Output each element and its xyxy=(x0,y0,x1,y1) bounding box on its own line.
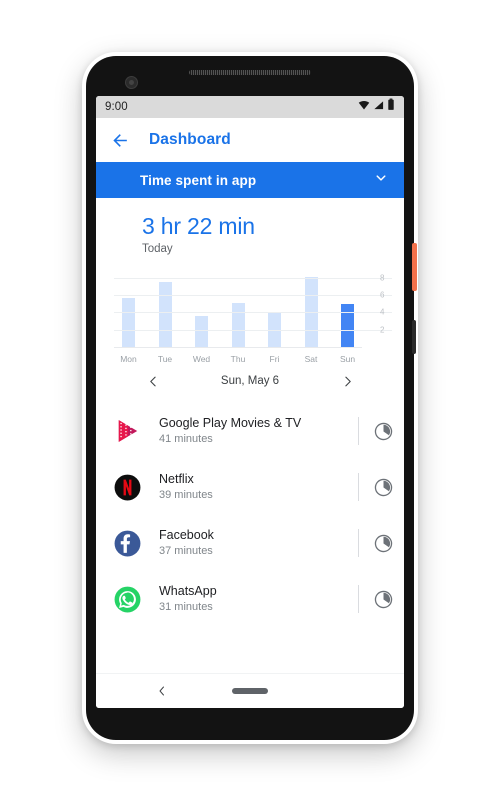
app-name-label: Netflix xyxy=(159,471,194,486)
signal-icon xyxy=(373,98,384,116)
chart-gridline xyxy=(114,295,392,297)
time-spent-section-header[interactable]: Time spent in app xyxy=(96,162,404,198)
chart-y-tick-label: 8 xyxy=(380,273,385,283)
current-date-label: Sun, May 6 xyxy=(220,375,280,388)
app-usage-row[interactable]: Google Play Movies & TV 41 minutes xyxy=(96,403,404,459)
back-arrow-icon[interactable] xyxy=(109,129,131,151)
chart-gridline xyxy=(114,277,392,279)
earpiece-speaker-grille xyxy=(189,70,311,75)
row-divider xyxy=(358,529,359,558)
app-name-label: Google Play Movies & TV xyxy=(159,415,302,430)
chart-bar-tue[interactable] xyxy=(158,282,172,348)
app-usage-row[interactable]: Facebook 37 minutes xyxy=(96,515,404,571)
phone-screen: 9:00 Dashboard Time spent in app 3 hr 22… xyxy=(96,96,404,708)
timer-icon[interactable] xyxy=(373,477,394,498)
chart-y-tick-label: 6 xyxy=(380,290,385,300)
app-usage-row[interactable]: Netflix 39 minutes xyxy=(96,459,404,515)
whatsapp-icon xyxy=(114,586,141,613)
app-usage-duration: 31 minutes xyxy=(159,601,213,614)
row-divider xyxy=(358,585,359,614)
weekly-usage-chart: 2 4 6 8 Mon Tue Wed Thu Fri Sat Sun xyxy=(96,269,404,365)
app-name-label: WhatsApp xyxy=(159,583,217,598)
chart-y-tick-label: 4 xyxy=(380,307,385,317)
dashboard-content: 3 hr 22 min Today 2 4 6 8 Mon Tue Wed Thu Fri Sa… xyxy=(96,198,404,673)
chart-bar-sun[interactable] xyxy=(341,303,354,348)
chevron-left-icon[interactable] xyxy=(143,371,163,391)
row-divider xyxy=(358,417,359,446)
app-usage-text: Netflix 39 minutes xyxy=(159,472,358,503)
total-time-label: Today xyxy=(142,243,173,256)
chart-bar-mon[interactable] xyxy=(122,297,135,348)
screenshot-root: 9:00 Dashboard Time spent in app 3 hr 22… xyxy=(0,0,500,790)
google-play-movies-icon xyxy=(114,418,141,445)
chart-bars xyxy=(114,269,362,348)
app-usage-duration: 39 minutes xyxy=(159,489,213,502)
timer-icon[interactable] xyxy=(373,589,394,610)
app-name-label: Facebook xyxy=(159,527,214,542)
chart-plot-area: 2 4 6 8 xyxy=(114,269,392,349)
app-usage-duration: 41 minutes xyxy=(159,433,213,446)
nav-back-icon[interactable] xyxy=(154,683,170,699)
status-bar-clock: 9:00 xyxy=(105,101,128,113)
timer-icon[interactable] xyxy=(373,421,394,442)
app-usage-text: WhatsApp 31 minutes xyxy=(159,584,358,615)
section-header-label: Time spent in app xyxy=(140,172,257,188)
netflix-icon xyxy=(114,474,141,501)
app-usage-duration: 37 minutes xyxy=(159,545,213,558)
chart-gridline xyxy=(114,312,392,314)
chart-y-tick-label: 2 xyxy=(380,325,385,335)
timer-icon[interactable] xyxy=(373,533,394,554)
app-usage-text: Google Play Movies & TV 41 minutes xyxy=(159,416,358,447)
app-usage-text: Facebook 37 minutes xyxy=(159,528,358,559)
chart-gridline xyxy=(114,329,392,331)
date-navigation: Sun, May 6 xyxy=(96,371,404,401)
wifi-icon xyxy=(358,98,370,116)
battery-icon xyxy=(387,98,395,116)
chart-x-axis-labels: Mon Tue Wed Thu Fri Sat Sun xyxy=(120,354,356,365)
app-usage-row[interactable]: WhatsApp 31 minutes xyxy=(96,571,404,627)
total-time-value: 3 hr 22 min xyxy=(142,213,255,239)
status-bar: 9:00 xyxy=(96,96,404,118)
chart-bar-wed[interactable] xyxy=(195,315,208,348)
app-usage-list: Google Play Movies & TV 41 minutes Netflix… xyxy=(96,401,404,627)
page-title: Dashboard xyxy=(149,131,231,148)
status-bar-icons xyxy=(358,98,395,116)
app-bar: Dashboard xyxy=(96,118,404,162)
home-pill-handle[interactable] xyxy=(232,688,268,694)
chevron-right-icon[interactable] xyxy=(337,371,357,391)
volume-button[interactable] xyxy=(412,320,416,354)
row-divider xyxy=(358,473,359,502)
system-navigation-bar xyxy=(96,673,404,708)
power-button[interactable] xyxy=(412,243,417,291)
facebook-icon xyxy=(114,530,141,557)
usage-summary: 3 hr 22 min Today xyxy=(96,198,404,255)
chart-bar-thu[interactable] xyxy=(231,302,245,348)
chevron-down-icon[interactable] xyxy=(372,169,390,192)
front-camera-icon xyxy=(125,76,138,89)
